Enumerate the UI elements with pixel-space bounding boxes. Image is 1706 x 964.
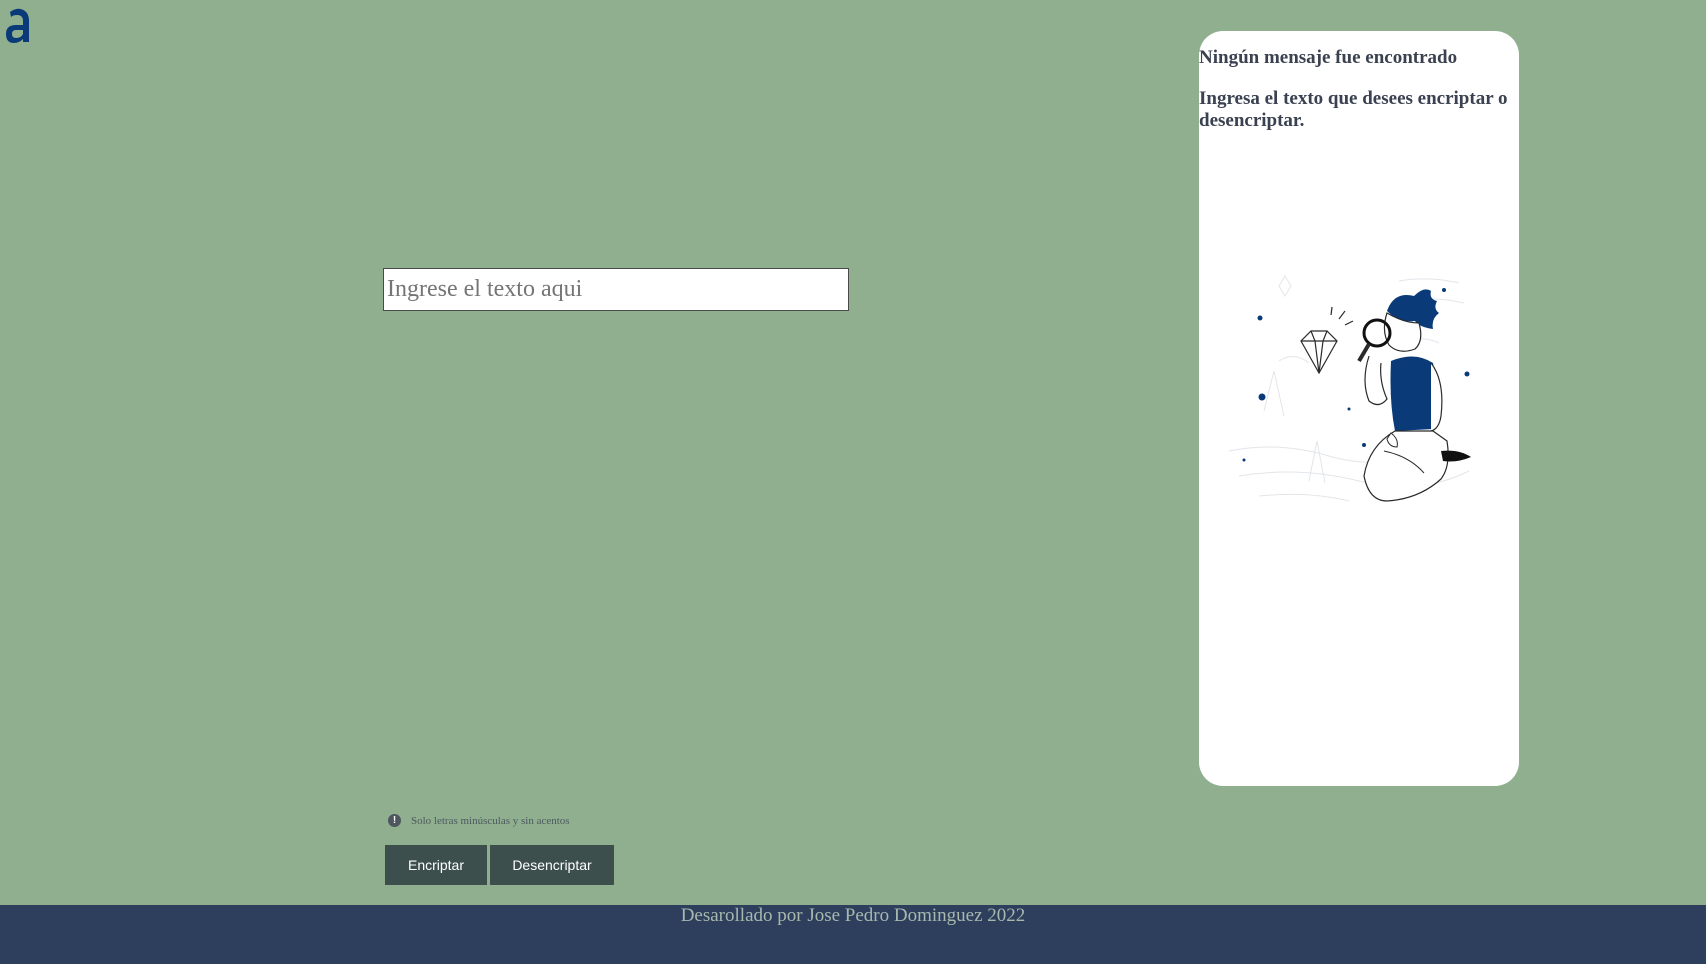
footer-credit: Desarollado por Jose Pedro Dominguez 202… bbox=[680, 905, 1026, 926]
hint-text: Solo letras minúsculas y sin acentos bbox=[411, 814, 570, 827]
output-panel: Ningún mensaje fue encontrado Ingresa el… bbox=[1199, 31, 1519, 786]
decrypt-button[interactable]: Desencriptar bbox=[490, 845, 614, 885]
message-input[interactable] bbox=[383, 268, 849, 311]
footer: Desarollado por Jose Pedro Dominguez 202… bbox=[0, 905, 1706, 964]
encrypt-button[interactable]: Encriptar bbox=[385, 845, 487, 885]
input-hint: ! Solo letras minúsculas y sin acentos bbox=[388, 814, 570, 827]
person-with-magnifier-illustration bbox=[1228, 275, 1471, 502]
alura-logo-icon bbox=[6, 8, 29, 43]
no-message-subtitle: Ingresa el texto que desees encriptar o … bbox=[1199, 88, 1508, 131]
exclamation-circle-icon: ! bbox=[388, 814, 401, 827]
no-message-title: Ningún mensaje fue encontrado bbox=[1199, 47, 1458, 68]
